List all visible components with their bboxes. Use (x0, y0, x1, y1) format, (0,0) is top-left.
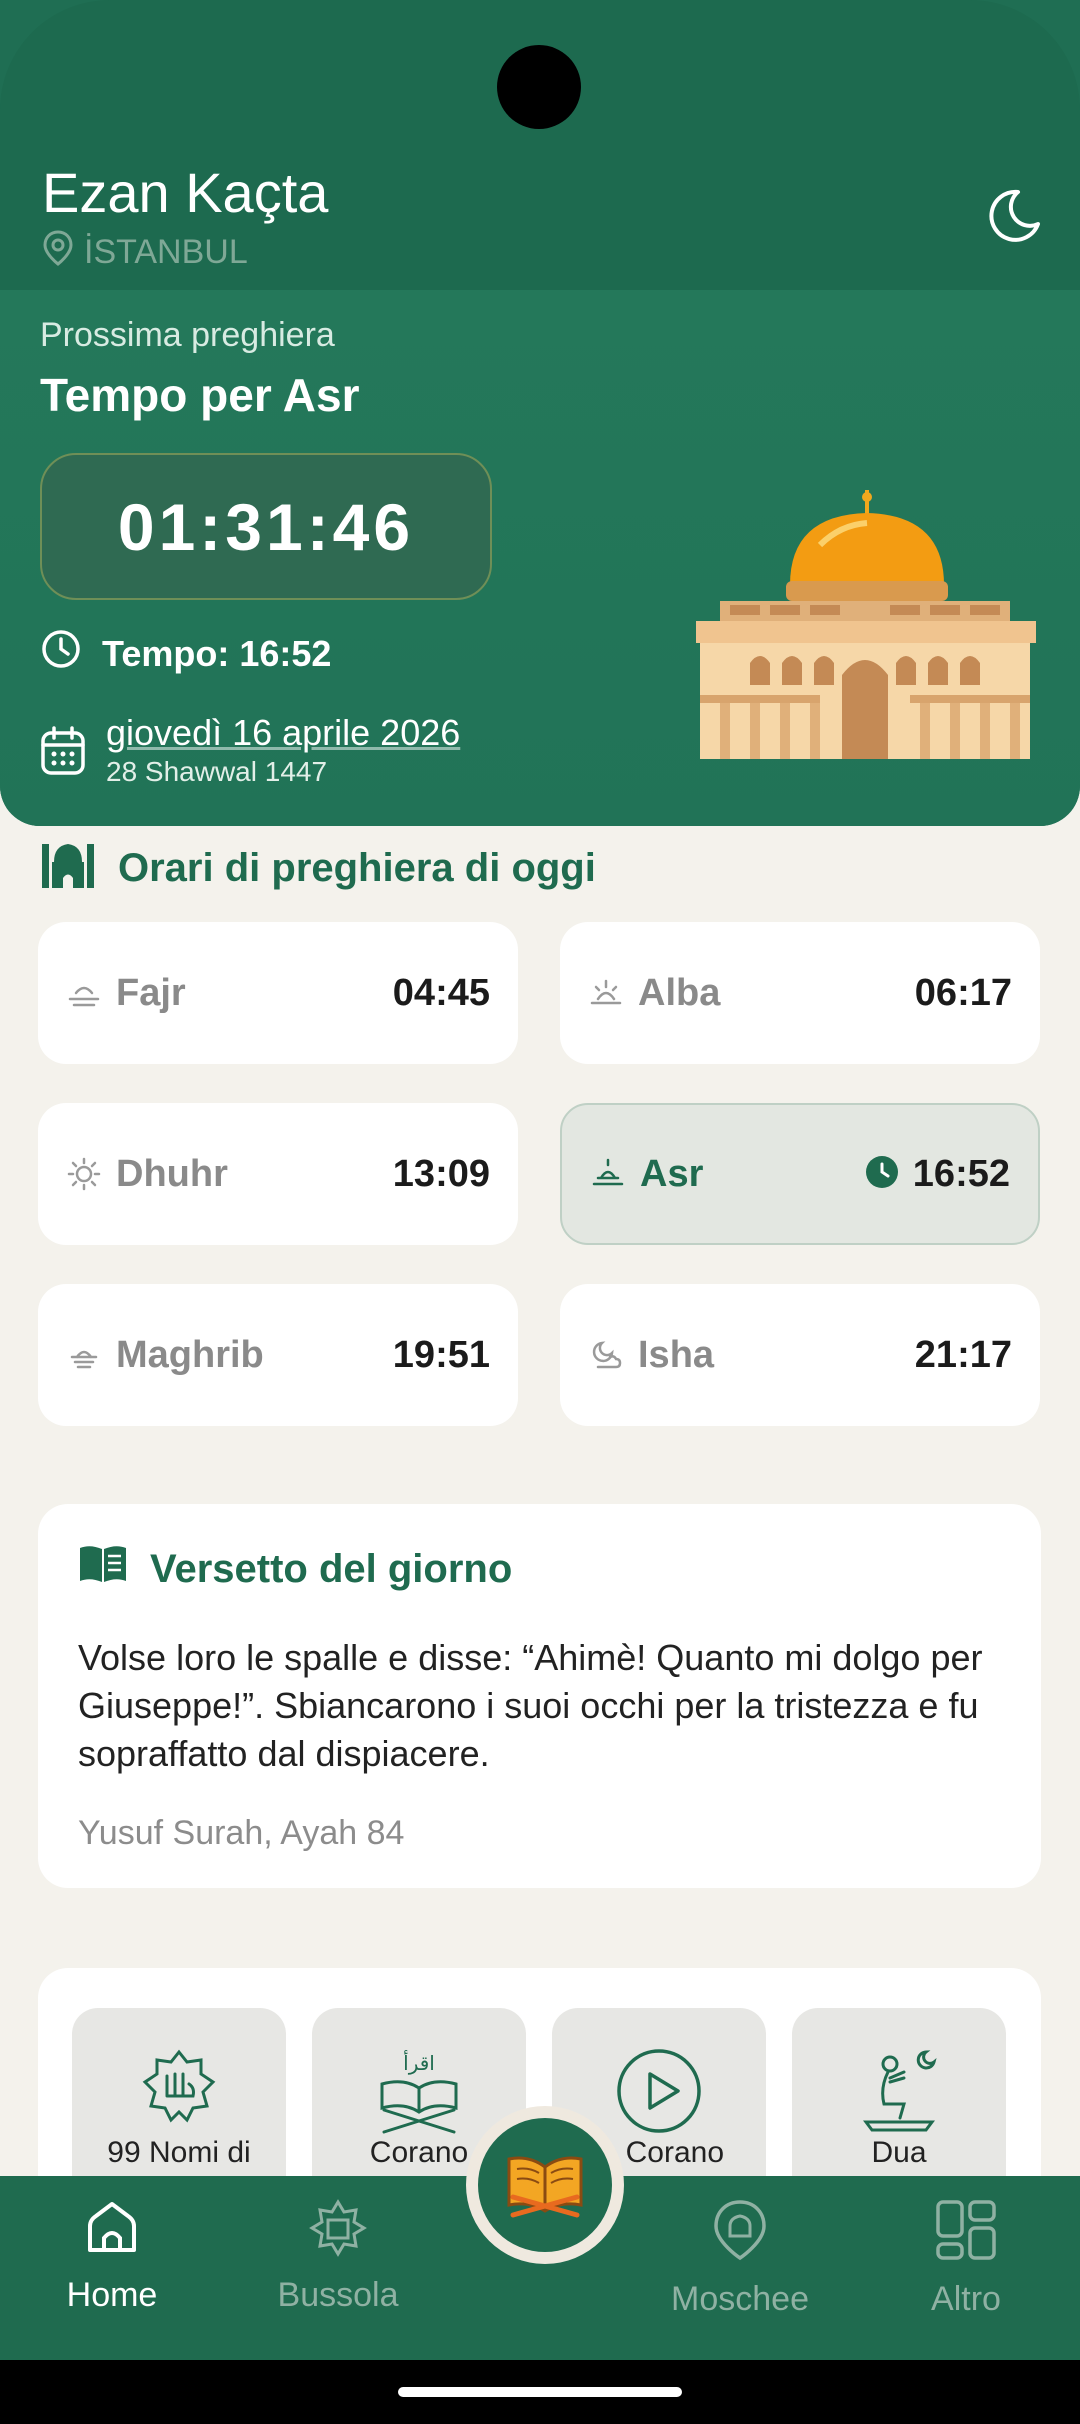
sun-icon (66, 1156, 102, 1192)
home-indicator[interactable] (398, 2387, 682, 2397)
prayer-name: Dhuhr (116, 1152, 228, 1195)
dark-mode-toggle[interactable] (984, 186, 1044, 246)
prayer-name: Maghrib (116, 1333, 264, 1376)
home-icon (12, 2198, 212, 2258)
today-section-title: Orari di preghiera di oggi (40, 838, 596, 898)
nav-compass-label: Bussola (277, 2276, 399, 2314)
fajr-icon (66, 975, 102, 1011)
next-prayer-title: Tempo per Asr (40, 369, 360, 421)
hijri-date: 28 Shawwal 1447 (106, 756, 328, 787)
prayer-time: 21:17 (914, 1333, 1012, 1376)
prayer-time: 16:52 (912, 1152, 1010, 1195)
prayer-time-text: Tempo: 16:52 (102, 632, 332, 674)
prayer-name: Isha (638, 1333, 715, 1376)
camera-cutout (497, 45, 581, 129)
verse-text: Volse loro le spalle e disse: “Ahimè! Qu… (78, 1637, 983, 1774)
location-label: İSTANBUL (84, 233, 248, 271)
nav-mosques[interactable]: Moschee (640, 2198, 840, 2319)
nav-compass[interactable]: Bussola (238, 2198, 438, 2315)
prayer-card-isha[interactable]: Isha 21:17 (560, 1284, 1040, 1426)
prayer-time-row: Tempo: 16:52 (40, 628, 331, 679)
svg-text:اقرأ: اقرأ (403, 2050, 435, 2075)
prayer-card-fajr[interactable]: Fajr 04:45 (38, 922, 518, 1064)
prayer-card-alba[interactable]: Alba 06:17 (560, 922, 1040, 1064)
date-row[interactable]: giovedì 16 aprile 2026 28 Shawwal 1447 (40, 712, 460, 788)
location[interactable]: İSTANBUL (42, 230, 248, 275)
location-pin-icon (42, 230, 84, 275)
prayer-time: 13:09 (392, 1152, 490, 1195)
prayer-time: 19:51 (392, 1333, 490, 1376)
nav-home[interactable]: Home (12, 2198, 212, 2315)
asr-icon (590, 1156, 626, 1192)
quran-book-icon (503, 2141, 587, 2230)
mosque-icon (40, 838, 118, 898)
grid-icon (866, 2198, 1066, 2262)
tile-label: 99 Nomi di (107, 2136, 251, 2169)
open-book-icon (78, 1544, 150, 1594)
prayer-time: 04:45 (392, 971, 490, 1014)
nav-mosques-label: Moschee (671, 2280, 809, 2318)
compass-icon (238, 2198, 438, 2258)
prayer-time: 06:17 (914, 971, 1012, 1014)
today-title-text: Orari di preghiera di oggi (118, 845, 596, 890)
moon-icon (984, 189, 1044, 250)
nav-more[interactable]: Altro (866, 2198, 1066, 2319)
prayer-name: Asr (640, 1152, 704, 1195)
gregorian-date: giovedì 16 aprile 2026 (106, 712, 461, 753)
clock-icon (40, 628, 102, 679)
next-prayer-label: Prossima preghiera (40, 316, 335, 354)
sunset-icon (66, 1337, 102, 1373)
verse-card[interactable]: Versetto del giorno Volse loro le spalle… (38, 1504, 1041, 1888)
mosque-pin-icon (640, 2198, 840, 2262)
moon-cloud-icon (588, 1337, 624, 1373)
sunrise-icon (588, 975, 624, 1011)
nav-more-label: Altro (931, 2280, 1001, 2318)
verse-title: Versetto del giorno (150, 1546, 513, 1591)
app-title: Ezan Kaçta (42, 161, 329, 224)
nav-home-label: Home (66, 2276, 158, 2314)
quran-fab-inner (478, 2118, 612, 2252)
verse-reference: Yusuf Surah, Ayah 84 (78, 1814, 405, 1852)
prayer-card-dhuhr[interactable]: Dhuhr 13:09 (38, 1103, 518, 1245)
prayer-name: Fajr (116, 971, 186, 1014)
prayer-name: Alba (638, 971, 721, 1014)
countdown-timer: 01:31:46 (40, 453, 492, 600)
quran-fab-button[interactable] (466, 2106, 624, 2264)
mosque-illustration (690, 485, 1040, 765)
verse-header: Versetto del giorno (78, 1544, 1001, 1594)
tile-label: Dua (871, 2136, 927, 2169)
prayer-card-asr[interactable]: Asr 16:52 (560, 1103, 1040, 1245)
calendar-icon (40, 712, 106, 781)
active-clock-icon (865, 1155, 899, 1194)
prayer-card-maghrib[interactable]: Maghrib 19:51 (38, 1284, 518, 1426)
